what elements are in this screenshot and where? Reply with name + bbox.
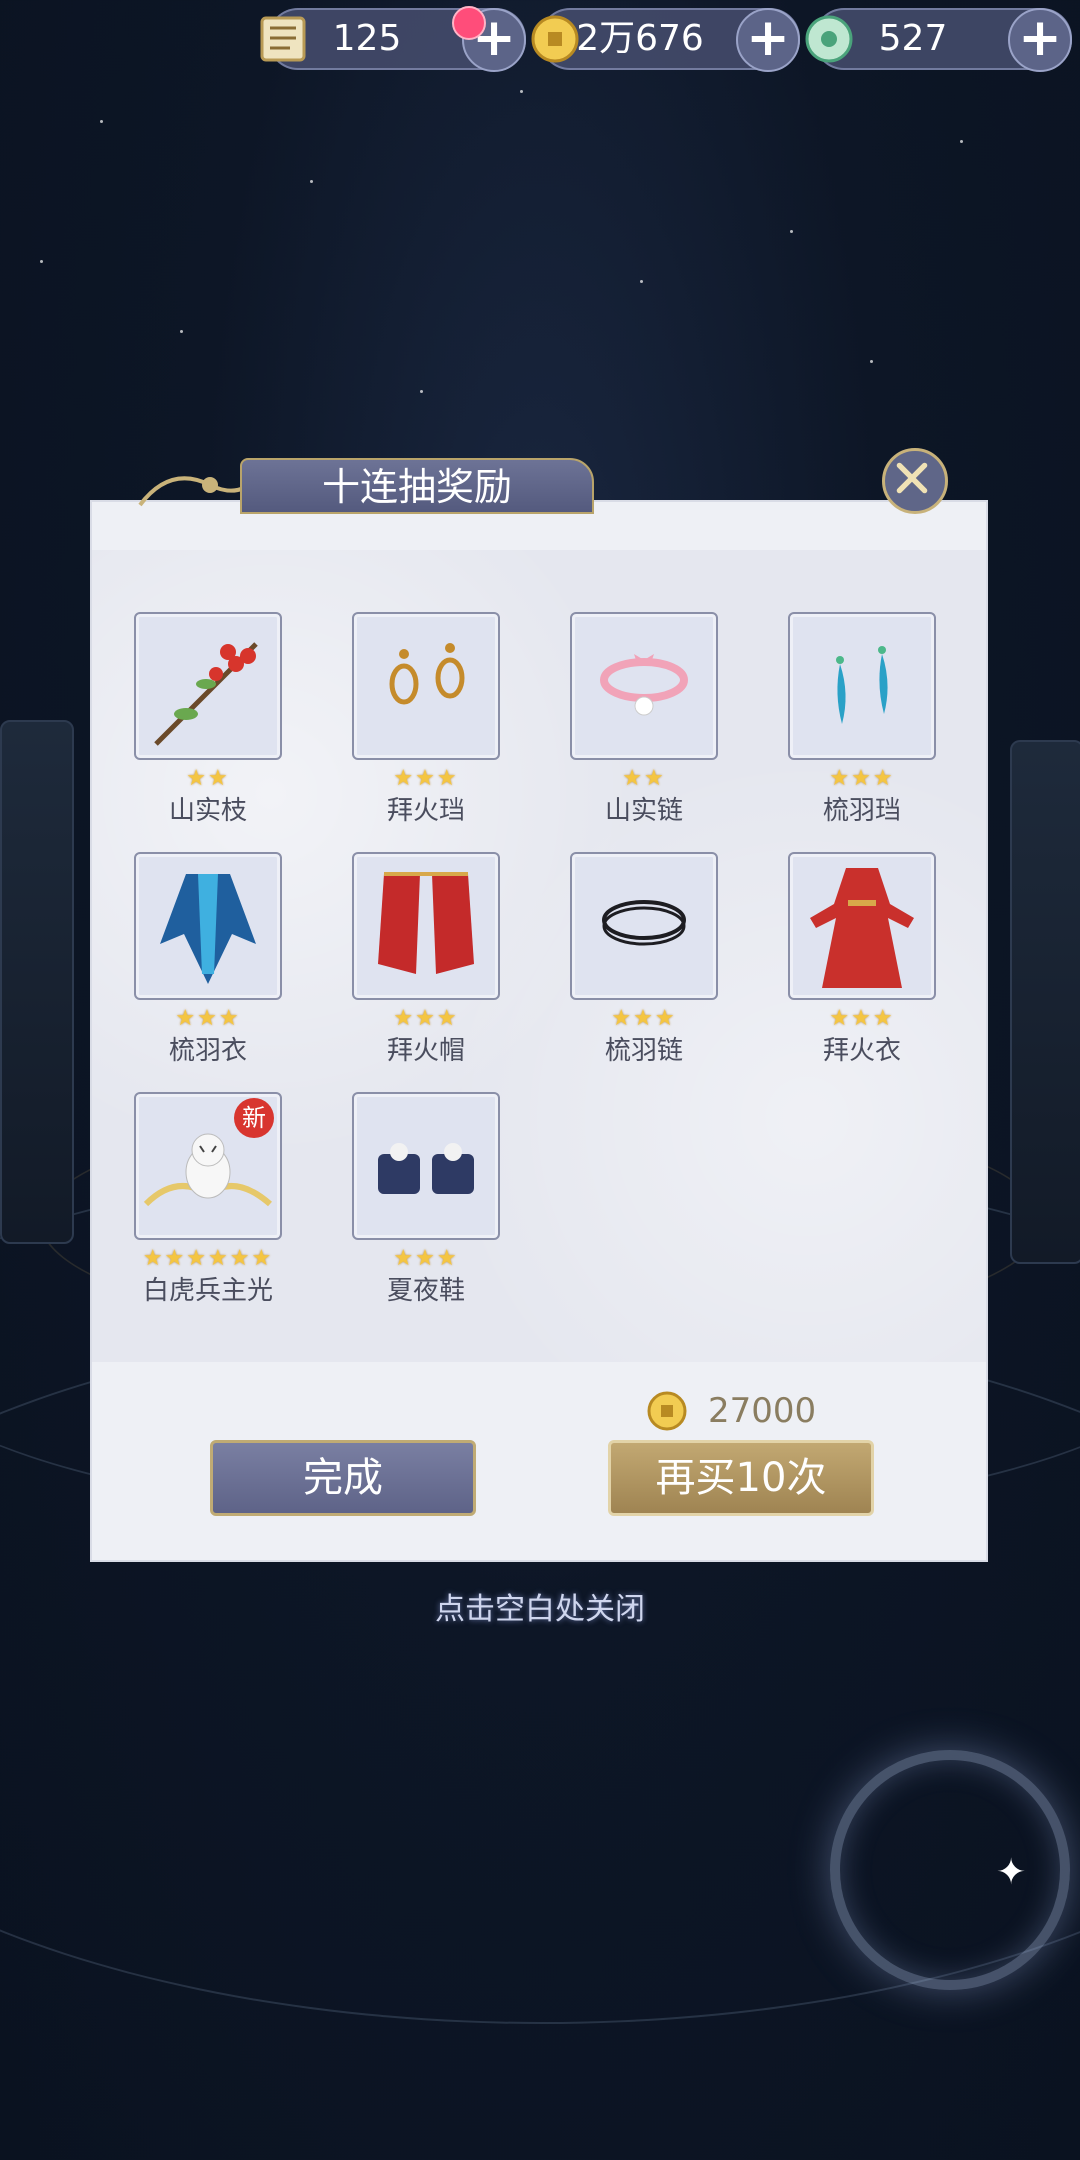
rarity-stars: ★★★ [393,1246,459,1271]
close-hint: 点击空白处关闭 [435,1592,645,1627]
add-jade-button[interactable]: + [1008,8,1072,72]
gold-currency: 2万676 + [531,8,800,72]
rarity-stars: ★★★ [829,1006,895,1031]
feather-earrings-icon [836,646,888,724]
item-name: 梳羽珰 [822,796,901,826]
red-veil-icon [378,872,474,974]
rarity-stars: ★★★ [175,1006,241,1031]
pink-choker-icon [600,654,688,716]
item-card[interactable] [788,852,936,1000]
done-button[interactable]: 完成 [210,1440,476,1516]
item-card[interactable] [788,612,936,760]
black-necklace-icon [602,900,686,946]
item-name: 梳羽衣 [168,1036,247,1066]
clogs-icon [378,1143,474,1194]
item-card[interactable] [352,1092,500,1240]
item-name: 梳羽链 [604,1036,683,1066]
rarity-stars: ★★ [186,766,230,791]
rarity-stars: ★★★ [829,766,895,791]
rarity-stars: ★★★ [611,1006,677,1031]
berry-branch-icon [154,642,258,746]
item-card[interactable] [352,612,500,760]
jade-currency: 527 + [805,8,1072,72]
feather-robe-icon [160,874,256,984]
item-name: 山实枝 [168,796,247,826]
buy-again-button[interactable]: 再买10次 [608,1440,874,1516]
rarity-stars: ★★ [622,766,666,791]
red-dress-icon [810,868,914,988]
item-card[interactable] [570,852,718,1000]
item-card[interactable] [134,852,282,1000]
scroll-count: 125 [332,18,402,59]
jade-count: 527 [878,18,948,59]
swirl-effect [830,1750,1070,1990]
rarity-stars: ★★★ [393,1006,459,1031]
rarity-stars: ★★★ [393,766,459,791]
new-badge: 新 [234,1098,274,1138]
item-name: 白虎兵主光 [142,1276,273,1306]
sparkle-icon: ✦ [996,1852,1027,1893]
dialog-title-tab: 十连抽奖励 [240,458,594,514]
item-name: 拜火珰 [386,796,465,826]
dialog-title: 十连抽奖励 [321,465,512,509]
gold-earrings-icon [389,643,465,705]
add-gold-button[interactable]: + [736,8,800,72]
item-card[interactable] [352,852,500,1000]
item-card[interactable] [570,612,718,760]
close-icon [896,462,928,494]
gold-coin-icon [647,1391,687,1431]
cost-amount: 27000 [708,1391,817,1431]
item-name: 拜火衣 [822,1036,901,1066]
item-card[interactable] [134,612,282,760]
scroll-currency: 125 + [260,8,526,72]
item-name: 拜火帽 [386,1036,465,1066]
gold-count: 2万676 [576,18,704,59]
item-card[interactable]: 新 [134,1092,282,1240]
close-button[interactable] [882,448,948,514]
item-name: 夏夜鞋 [386,1276,465,1306]
item-name: 山实链 [604,796,683,826]
notification-dot [452,6,486,40]
rarity-stars: ★★★★★★ [142,1246,274,1271]
